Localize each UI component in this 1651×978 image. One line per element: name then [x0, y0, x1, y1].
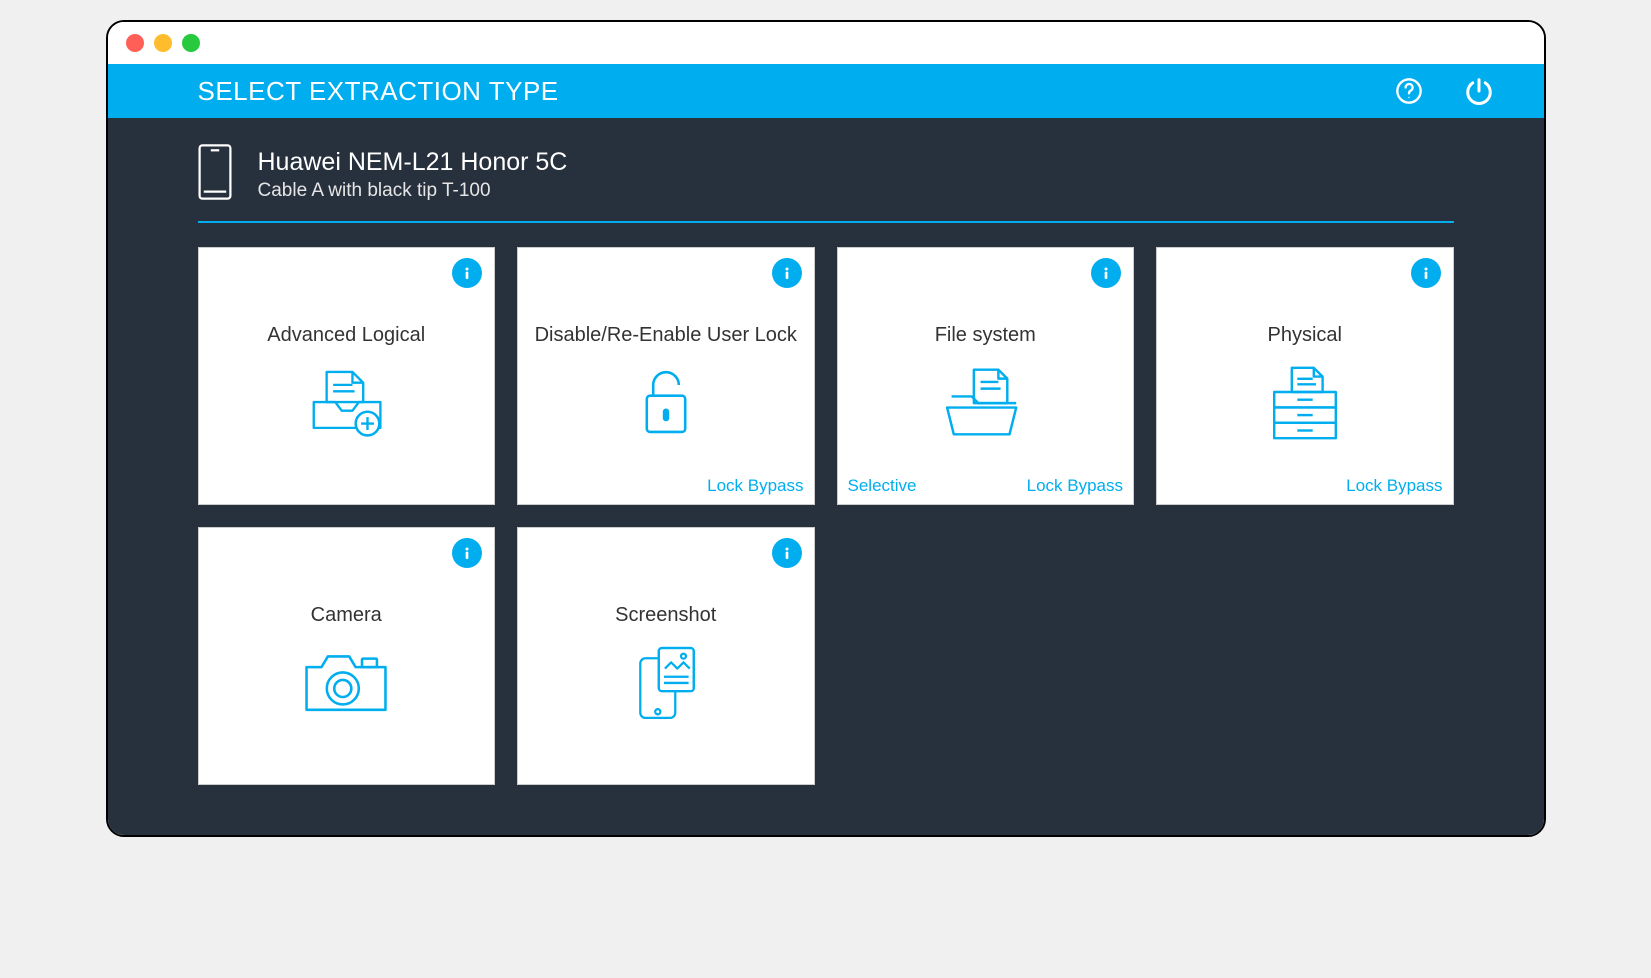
content: Huawei NEM-L21 Honor 5C Cable A with bla… — [108, 118, 1544, 835]
tiles-grid: Advanced Logical — [198, 247, 1454, 785]
tile-user-lock[interactable]: Disable/Re-Enable User Lock Lock Bypass — [517, 247, 815, 505]
tile-advanced-logical[interactable]: Advanced Logical — [198, 247, 496, 505]
tile-file-system[interactable]: File system Selective Lock Bypass — [837, 247, 1135, 505]
tile-title: Disable/Re-Enable User Lock — [535, 324, 797, 347]
tile-tag-left: Selective — [848, 476, 917, 496]
header: SELECT EXTRACTION TYPE — [108, 64, 1544, 118]
minimize-icon[interactable] — [154, 34, 172, 52]
tile-title: Screenshot — [615, 604, 716, 627]
tile-screenshot[interactable]: Screenshot — [517, 527, 815, 785]
device-name: Huawei NEM-L21 Honor 5C — [258, 147, 568, 177]
tile-title: Advanced Logical — [267, 324, 425, 347]
tile-title: File system — [935, 324, 1036, 347]
tile-tag-right: Lock Bypass — [1346, 476, 1442, 496]
device-header: Huawei NEM-L21 Honor 5C Cable A with bla… — [198, 144, 1454, 223]
tile-tag-right: Lock Bypass — [707, 476, 803, 496]
close-icon[interactable] — [126, 34, 144, 52]
info-icon[interactable] — [452, 538, 482, 568]
info-icon[interactable] — [1411, 258, 1441, 288]
help-icon[interactable] — [1394, 76, 1424, 106]
tile-tag-right: Lock Bypass — [1027, 476, 1123, 496]
info-icon[interactable] — [772, 258, 802, 288]
screenshot-icon — [630, 639, 702, 784]
info-icon[interactable] — [1091, 258, 1121, 288]
camera-icon — [298, 639, 394, 784]
device-cable: Cable A with black tip T-100 — [258, 180, 568, 202]
info-icon[interactable] — [772, 538, 802, 568]
maximize-icon[interactable] — [182, 34, 200, 52]
header-actions — [1394, 76, 1494, 106]
page-title: SELECT EXTRACTION TYPE — [198, 76, 559, 107]
info-icon[interactable] — [452, 258, 482, 288]
tile-physical[interactable]: Physical — [1156, 247, 1454, 505]
titlebar — [108, 22, 1544, 64]
tile-camera[interactable]: Camera — [198, 527, 496, 785]
tile-title: Physical — [1268, 324, 1342, 347]
tile-title: Camera — [311, 604, 382, 627]
power-icon[interactable] — [1464, 76, 1494, 106]
phone-icon — [198, 144, 236, 205]
app-window: SELECT EXTRACTION TYPE — [106, 20, 1546, 837]
inbox-plus-icon — [303, 359, 389, 504]
